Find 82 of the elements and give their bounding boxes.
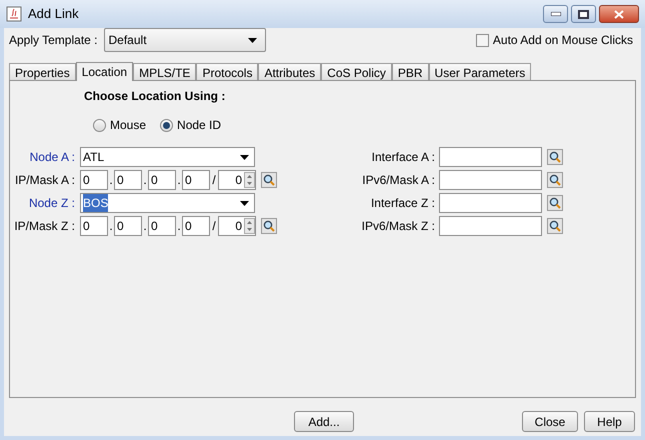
close-icon: [614, 10, 624, 18]
octet-field[interactable]: 0: [148, 216, 176, 236]
tab[interactable]: MPLS/TE: [133, 63, 196, 80]
octet-field[interactable]: 0: [80, 216, 108, 236]
tab[interactable]: User Parameters: [428, 63, 532, 80]
field-label: Node A :: [28, 149, 75, 166]
mask-separator: /: [211, 218, 217, 235]
field-label: Node Z :: [28, 195, 75, 212]
text-field[interactable]: [439, 147, 542, 167]
tab[interactable]: PBR: [392, 63, 429, 80]
search-icon: [549, 197, 561, 209]
octet-field[interactable]: 0: [182, 216, 210, 236]
minimize-icon: [550, 12, 560, 16]
field-label: IP/Mask Z :: [13, 218, 75, 235]
app-icon: [6, 6, 22, 22]
minimize-button[interactable]: [543, 5, 568, 23]
octet-separator: .: [142, 218, 148, 235]
radio-button[interactable]: [160, 118, 174, 132]
search-icon: [263, 220, 275, 232]
section-heading: Choose Location Using :: [84, 88, 226, 105]
template-dropdown[interactable]: Default: [104, 28, 266, 52]
field-label: Interface Z :: [370, 195, 435, 212]
octet-field[interactable]: 0: [80, 170, 108, 190]
dropdown-arrow-icon: [248, 38, 256, 42]
octet-separator: .: [108, 218, 114, 235]
dropdown-arrow-icon: [240, 154, 249, 160]
search-icon: [549, 174, 561, 186]
octet-separator: .: [142, 172, 148, 189]
search-button[interactable]: [547, 195, 563, 211]
search-button[interactable]: [547, 172, 563, 188]
field-label: IPv6/Mask Z :: [360, 218, 435, 235]
octet-separator: .: [176, 172, 182, 189]
search-button[interactable]: [261, 218, 277, 234]
dropdown-value: BOS: [83, 194, 108, 212]
field-label: Interface A :: [370, 149, 435, 166]
search-icon: [549, 151, 561, 163]
dropdown-value: ATL: [83, 149, 104, 166]
text-field[interactable]: [439, 170, 542, 190]
window-title: Add Link: [28, 5, 79, 24]
search-button[interactable]: [547, 149, 563, 165]
tab[interactable]: Location: [76, 62, 134, 81]
checkbox-label: Auto Add on Mouse Clicks: [492, 32, 633, 49]
radio-label: Mouse: [110, 117, 146, 134]
tab[interactable]: Properties: [9, 63, 76, 80]
field-label: IPv6/Mask A :: [361, 172, 435, 189]
field-label: IP/Mask A :: [14, 172, 75, 189]
node-dropdown[interactable]: ATL: [80, 147, 255, 167]
node-dropdown[interactable]: BOS: [80, 193, 255, 213]
template-label: Apply Template :: [9, 32, 98, 49]
maximize-button[interactable]: [571, 5, 596, 23]
close-button[interactable]: [599, 5, 639, 23]
search-icon: [549, 220, 561, 232]
search-button[interactable]: [261, 172, 277, 188]
template-value: Default: [108, 32, 147, 49]
dropdown-arrow-icon: [240, 200, 249, 206]
spinner-arrows-icon: [244, 218, 255, 234]
mask-value: 0: [235, 172, 242, 189]
search-icon: [263, 174, 275, 186]
tab[interactable]: Protocols: [196, 63, 258, 80]
spinner-arrows-icon: [244, 172, 255, 188]
text-field[interactable]: [439, 216, 542, 236]
radio-button[interactable]: [93, 118, 106, 132]
octet-separator: .: [108, 172, 114, 189]
mask-value: 0: [235, 218, 242, 235]
mask-spinner[interactable]: 0: [218, 170, 256, 190]
mask-separator: /: [211, 172, 217, 189]
text-field[interactable]: [439, 193, 542, 213]
add-button[interactable]: Add...: [294, 411, 354, 432]
octet-field[interactable]: 0: [148, 170, 176, 190]
tab[interactable]: CoS Policy: [321, 63, 392, 80]
radio-label: Node ID: [177, 117, 222, 134]
mask-spinner[interactable]: 0: [218, 216, 256, 236]
search-button[interactable]: [547, 218, 563, 234]
tab[interactable]: Attributes: [258, 63, 322, 80]
octet-field[interactable]: 0: [114, 216, 142, 236]
close-dialog-button[interactable]: Close: [522, 411, 578, 432]
checkbox[interactable]: [476, 34, 489, 46]
octet-field[interactable]: 0: [182, 170, 210, 190]
octet-field[interactable]: 0: [114, 170, 142, 190]
maximize-icon: [578, 10, 589, 18]
octet-separator: .: [176, 218, 182, 235]
help-button[interactable]: Help: [584, 411, 635, 432]
